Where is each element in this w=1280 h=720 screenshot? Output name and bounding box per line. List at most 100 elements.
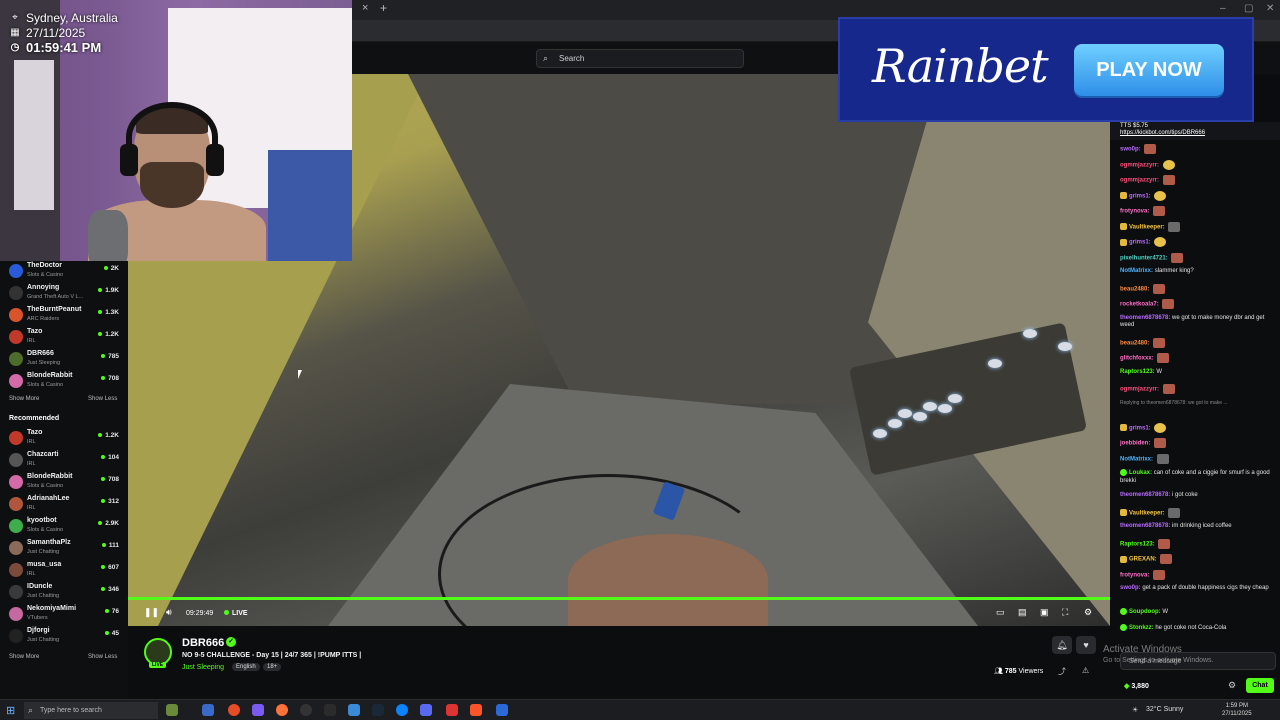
chat-username[interactable]: theomen6878678: <box>1120 315 1170 321</box>
channel-points: ◆ 3,880 <box>1124 683 1149 690</box>
app-icon[interactable] <box>324 704 336 716</box>
maximize-icon[interactable]: ▢ <box>1244 3 1253 14</box>
sidebar-channel[interactable]: SamanthaPlz Just Chatting 111 <box>0 538 128 560</box>
widget-icon[interactable] <box>166 704 178 716</box>
chat-message: ogmmjazzyrr: <box>1120 175 1276 185</box>
close-tab-icon[interactable]: × <box>362 2 368 14</box>
sidebar-channel[interactable]: BlondeRabbit Slots & Casino 708 <box>0 371 128 393</box>
avatar <box>9 497 23 511</box>
sidebar-channel[interactable]: TheDoctor Slots & Casino 2K <box>0 261 128 283</box>
sidebar-channel[interactable]: Annoying Grand Theft Auto V L... 1.9K <box>0 283 128 305</box>
chat-send-button[interactable]: Chat <box>1246 678 1274 693</box>
heart-icon[interactable]: ♥ <box>1076 636 1096 654</box>
viewer-count: 1.3K <box>98 309 119 316</box>
sidebar-channel[interactable]: Tazo IRL 1.2K <box>0 327 128 349</box>
chat-username[interactable]: rocketkoala7: <box>1120 302 1159 308</box>
progress-bar[interactable] <box>128 597 1110 600</box>
volume-icon[interactable]: 🔊︎ <box>166 607 172 618</box>
sidebar-channel[interactable]: BlondeRabbit Slots & Casino 708 <box>0 472 128 494</box>
search-input[interactable]: ⌕ Search <box>536 49 744 68</box>
chat-username[interactable]: frotynova: <box>1120 209 1149 215</box>
sidebar-channel[interactable]: AdrianahLee IRL 312 <box>0 494 128 516</box>
chat-username[interactable]: Raptors123: <box>1120 541 1155 547</box>
edge-icon[interactable] <box>396 704 408 716</box>
stream-category[interactable]: Just Sleeping <box>182 664 224 671</box>
chat-username[interactable]: ogmmjazzyrr: <box>1120 387 1159 393</box>
bell-icon[interactable]: 🔔︎ <box>1052 636 1072 654</box>
task-view-icon[interactable] <box>202 704 214 716</box>
obs-icon[interactable] <box>300 704 312 716</box>
pinned-link[interactable]: https://kickbot.com/tips/DBR666 <box>1120 130 1205 136</box>
chat-username[interactable]: Loukax: <box>1129 470 1152 476</box>
chat-username[interactable]: ogmmjazzyrr: <box>1120 162 1159 168</box>
sidebar-channel[interactable]: Tazo IRL 1.2K <box>0 428 128 450</box>
chat-username[interactable]: theomen6878678: <box>1120 523 1170 529</box>
chat-username[interactable]: swo0p: <box>1120 585 1141 591</box>
chat-username[interactable]: ogmmjazzyrr: <box>1120 178 1159 184</box>
sidebar-channel[interactable]: DBR666 Just Sleeping 785 <box>0 349 128 371</box>
close-window-icon[interactable]: ✕ <box>1266 3 1274 14</box>
pause-icon[interactable]: ❚❚ <box>144 607 159 618</box>
theater-mode-icon[interactable]: ▤ <box>1018 607 1027 618</box>
chat-username[interactable]: Raptors123: <box>1120 369 1155 375</box>
app-icon[interactable] <box>348 704 360 716</box>
chat-username[interactable]: NotMatrixx: <box>1120 456 1153 462</box>
app-icon[interactable] <box>496 704 508 716</box>
app-icon[interactable] <box>252 704 264 716</box>
chat-username[interactable]: beau2480: <box>1120 340 1149 346</box>
chat-username[interactable]: swo0p: <box>1120 147 1141 153</box>
tag-language[interactable]: English <box>232 663 260 671</box>
sidebar-channel[interactable]: musa_usa IRL 607 <box>0 560 128 582</box>
chrome-icon[interactable] <box>228 704 240 716</box>
chat-username[interactable]: Vaultkeeper: <box>1129 224 1165 230</box>
chat-username[interactable]: NotMatrixx: <box>1120 268 1153 274</box>
chat-username[interactable]: joebbiden: <box>1120 441 1150 447</box>
play-now-button[interactable]: PLAY NOW <box>1074 44 1224 96</box>
chat-username[interactable]: Vaultkeeper: <box>1129 510 1165 516</box>
weather-text[interactable]: 32°C Sunny <box>1146 706 1183 713</box>
clip-icon[interactable]: ▣ <box>1040 607 1049 618</box>
chat-username[interactable]: theomen6878678: <box>1120 492 1170 498</box>
app-icon[interactable] <box>446 704 458 716</box>
sidebar-channel[interactable]: IDuncle Just Chatting 346 <box>0 582 128 604</box>
rainbet-ad-banner[interactable]: Rainbet PLAY NOW <box>838 17 1254 122</box>
chat-username[interactable]: GREXAN: <box>1129 557 1157 563</box>
tag-age[interactable]: 18+ <box>263 663 282 671</box>
sidebar-channel[interactable]: NekomiyaMimi VTubers 76 <box>0 604 128 626</box>
chat-message: grims1: <box>1120 190 1276 201</box>
sidebar-channel[interactable]: kyootbot Slots & Casino 2.9K <box>0 516 128 538</box>
taskbar-search[interactable]: ⌕ Type here to search <box>24 702 158 719</box>
settings-gear-icon[interactable]: ⚙ <box>1084 607 1092 618</box>
miniplayer-icon[interactable]: ▭ <box>996 607 1005 618</box>
emote-icon <box>1154 190 1167 201</box>
minimize-icon[interactable]: – <box>1220 3 1226 14</box>
share-icon[interactable]: ⤴ <box>1058 666 1066 677</box>
streamer-name[interactable]: DBR666 <box>182 637 224 649</box>
brave-icon[interactable] <box>470 704 482 716</box>
firefox-icon[interactable] <box>276 704 288 716</box>
chat-username[interactable]: grims1: <box>1129 193 1151 199</box>
steam-icon[interactable] <box>372 704 384 716</box>
chat-username[interactable]: Soupdoop: <box>1129 609 1161 615</box>
show-less-following[interactable]: Show Less <box>88 396 117 402</box>
app-icon[interactable] <box>420 704 432 716</box>
report-icon[interactable]: ⚠ <box>1082 666 1089 675</box>
chat-settings-icon[interactable]: ⚙ <box>1228 680 1236 691</box>
sidebar-channel[interactable]: TheBurntPeanut ARC Raiders 1.3K <box>0 305 128 327</box>
chat-username[interactable]: frotynova: <box>1120 572 1149 578</box>
taskbar-clock[interactable]: 1:59 PM 27/11/2025 <box>1222 702 1252 718</box>
chat-username[interactable]: grims1: <box>1129 425 1151 431</box>
new-tab-icon[interactable]: + <box>380 1 387 15</box>
chat-username[interactable]: glitchfoxxx: <box>1120 356 1154 362</box>
show-more-recommended[interactable]: Show More <box>9 654 39 660</box>
chat-username[interactable]: grims1: <box>1129 240 1151 246</box>
chat-username[interactable]: beau2480: <box>1120 286 1149 292</box>
show-more-following[interactable]: Show More <box>9 396 39 402</box>
sidebar-channel[interactable]: Chazcarti IRL 104 <box>0 450 128 472</box>
windows-start-icon[interactable]: ⊞ <box>6 704 15 717</box>
sidebar-channel[interactable]: Djforgi Just Chatting 45 <box>0 626 128 648</box>
chat-username[interactable]: pixelhunter4721: <box>1120 255 1168 261</box>
chat-username[interactable]: Stonkzz: <box>1129 625 1154 631</box>
show-less-recommended[interactable]: Show Less <box>88 654 117 660</box>
fullscreen-icon[interactable]: ⛶ <box>1062 607 1068 618</box>
